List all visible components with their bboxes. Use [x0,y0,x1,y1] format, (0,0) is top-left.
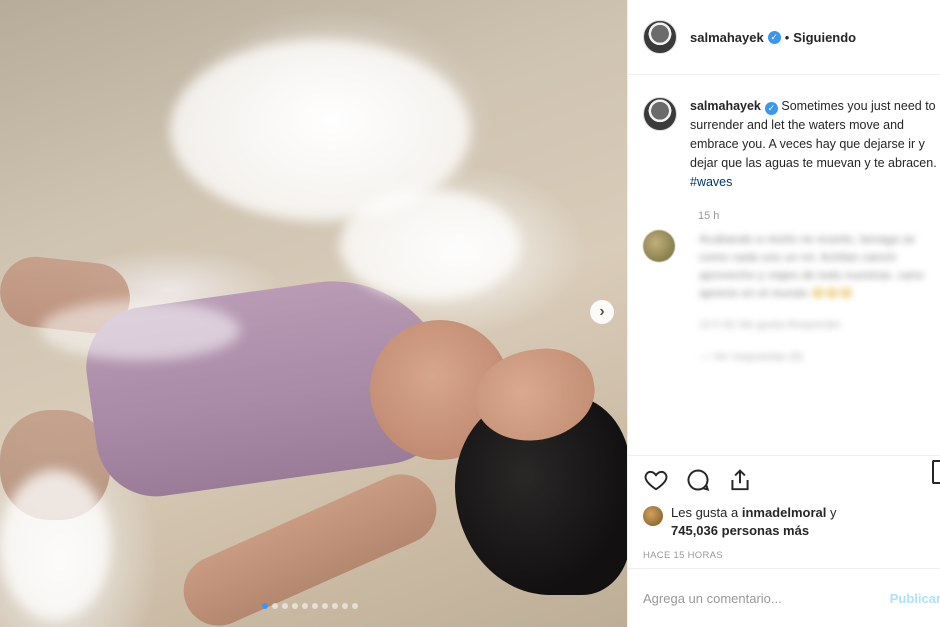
header-username[interactable]: salmahayek [690,30,764,45]
following-button[interactable]: Siguiendo [793,30,856,45]
comment-input[interactable] [643,590,883,606]
hashtag-link[interactable]: #waves [690,175,732,189]
share-icon[interactable] [727,467,753,493]
carousel-dot [302,603,308,609]
add-comment-bar: Publicar [628,568,940,627]
avatar[interactable] [643,97,677,131]
likes-suffix[interactable]: personas más [722,523,809,538]
caption: salmahayek ✓ Sometimes you just need to s… [628,75,940,192]
likes-summary: Les gusta a inmadelmoral y 745,036 perso… [643,504,926,540]
carousel-dot [322,603,328,609]
comment-text-blurred: Acabando a vivirlo ne ecanto, lamaga se … [699,230,940,366]
photo-foam [340,190,520,300]
chevron-right-icon[interactable]: › [590,300,614,324]
likes-prefix: Les gusta a [671,505,739,520]
caption-text: salmahayek ✓ Sometimes you just need to s… [690,97,940,192]
likes-conj: y [830,505,837,520]
carousel-dot [292,603,298,609]
liked-by-user-link[interactable]: inmadelmoral [742,505,827,520]
likes-count[interactable]: 745,036 [671,523,718,538]
comment-meta: 15 h 82 Me gusta Responder [699,319,841,331]
avatar[interactable] [643,20,677,54]
post-photo[interactable]: › [0,0,627,627]
post-side-panel: salmahayek ✓ • Siguiendo salmahayek ✓ Som… [627,0,940,627]
post-header: salmahayek ✓ • Siguiendo [628,0,940,75]
post-timestamp[interactable]: HACE 15 HORAS [643,550,926,561]
header-separator: • [784,29,790,45]
carousel-dot [272,603,278,609]
carousel-dot [262,603,268,609]
verified-badge-icon: ✓ [767,30,781,44]
likes-text: Les gusta a inmadelmoral y 745,036 perso… [671,504,837,540]
carousel-dot [312,603,318,609]
carousel-dot [342,603,348,609]
photo-foam [40,300,240,360]
comment-item: Acabando a vivirlo ne ecanto, lamaga se … [628,222,940,366]
caption-username[interactable]: salmahayek [690,99,761,113]
avatar[interactable] [643,230,675,262]
verified-badge-icon: ✓ [764,102,778,115]
bookmark-icon[interactable] [932,460,940,484]
view-replies-link[interactable]: — Ver respuestas (6) [699,348,940,366]
caption-time: 15 h [698,210,720,222]
post-actions-section: Les gusta a inmadelmoral y 745,036 perso… [628,455,940,561]
carousel-dot [282,603,288,609]
action-bar [643,464,926,496]
avatar[interactable] [643,506,663,526]
carousel-dots [262,603,358,609]
publish-button[interactable]: Publicar [890,591,940,606]
comment-icon[interactable] [685,467,711,493]
instagram-post: › salmahayek ✓ • Siguiendo salmahayek✓ [0,0,940,627]
carousel-dot [352,603,358,609]
heart-icon[interactable] [643,467,669,493]
carousel-dot [332,603,338,609]
comment-emojis: 😂😂😂 [811,286,854,300]
photo-foam [0,470,110,620]
